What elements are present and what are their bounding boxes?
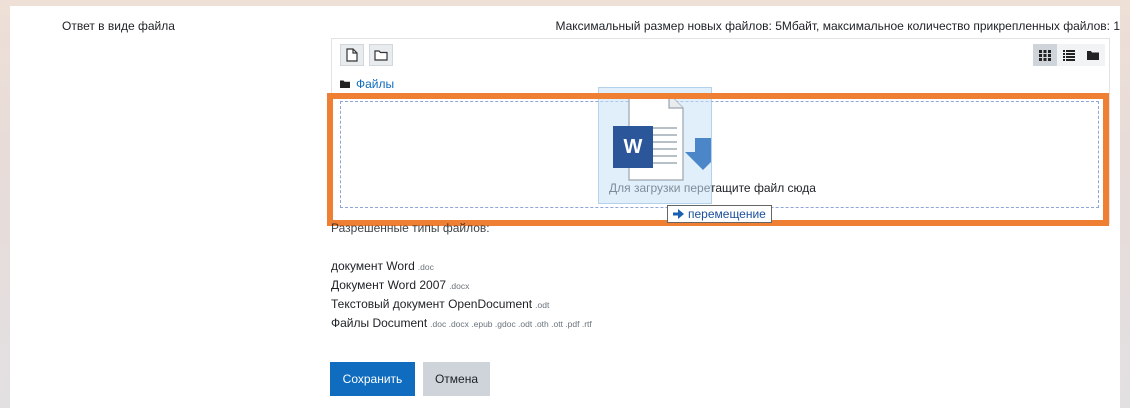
breadcrumb: Файлы	[340, 77, 394, 91]
dragged-file-ghost: W	[598, 87, 712, 204]
folder-tree-icon	[1087, 51, 1099, 60]
file-type-name: документ Word	[331, 259, 415, 273]
file-type-ext: .doc .docx .epub .gdoc .odt .oth .ott .p…	[430, 319, 592, 329]
drag-move-tooltip: перемещение	[667, 205, 772, 223]
field-label: Ответ в виде файла	[62, 19, 175, 33]
breadcrumb-files-link[interactable]: Файлы	[356, 77, 394, 91]
word-document-icon	[613, 93, 711, 181]
accepted-types-list: документ Word .doc Документ Word 2007 .doc…	[331, 257, 592, 333]
cancel-button[interactable]: Отмена	[423, 362, 490, 396]
file-type-ext: .docx	[449, 281, 470, 291]
folder-icon	[340, 80, 350, 88]
list-icon	[1063, 49, 1075, 61]
file-type-ext: .odt	[535, 300, 550, 310]
arrow-right-icon	[673, 209, 684, 219]
list-item: Документ Word 2007 .docx	[331, 276, 592, 295]
file-type-name: Текстовый документ OpenDocument	[331, 297, 533, 311]
grid-icon	[1039, 49, 1051, 61]
view-grid-button[interactable]	[1033, 44, 1057, 66]
list-item: Файлы Document .doc .docx .epub .gdoc .od…	[331, 314, 592, 333]
drag-tooltip-text: перемещение	[688, 207, 766, 221]
file-type-name: Файлы Document	[331, 316, 428, 330]
drop-zone[interactable]: Для загрузки перетащите файл сюда	[340, 101, 1099, 208]
view-mode-group	[1033, 44, 1105, 66]
view-tree-button[interactable]	[1081, 44, 1105, 66]
list-item: Текстовый документ OpenDocument .odt	[331, 295, 592, 314]
file-icon	[346, 48, 358, 62]
file-type-ext: .doc	[417, 262, 434, 272]
view-list-button[interactable]	[1057, 44, 1081, 66]
file-type-name: Документ Word 2007	[331, 278, 447, 292]
accepted-types-heading: Разрешенные типы файлов:	[331, 221, 490, 235]
folder-icon	[374, 50, 388, 61]
file-limits-text: Максимальный размер новых файлов: 5Мбайт…	[555, 19, 1120, 33]
word-badge-letter: W	[623, 136, 643, 158]
list-item: документ Word .doc	[331, 257, 592, 276]
form-panel: Ответ в виде файла Максимальный размер н…	[10, 6, 1120, 408]
create-folder-button[interactable]	[369, 44, 393, 66]
add-file-button[interactable]	[340, 44, 364, 66]
file-manager: Файлы Для загрузки перетащите файл сюда	[331, 38, 1110, 224]
save-button[interactable]: Сохранить	[330, 362, 415, 396]
